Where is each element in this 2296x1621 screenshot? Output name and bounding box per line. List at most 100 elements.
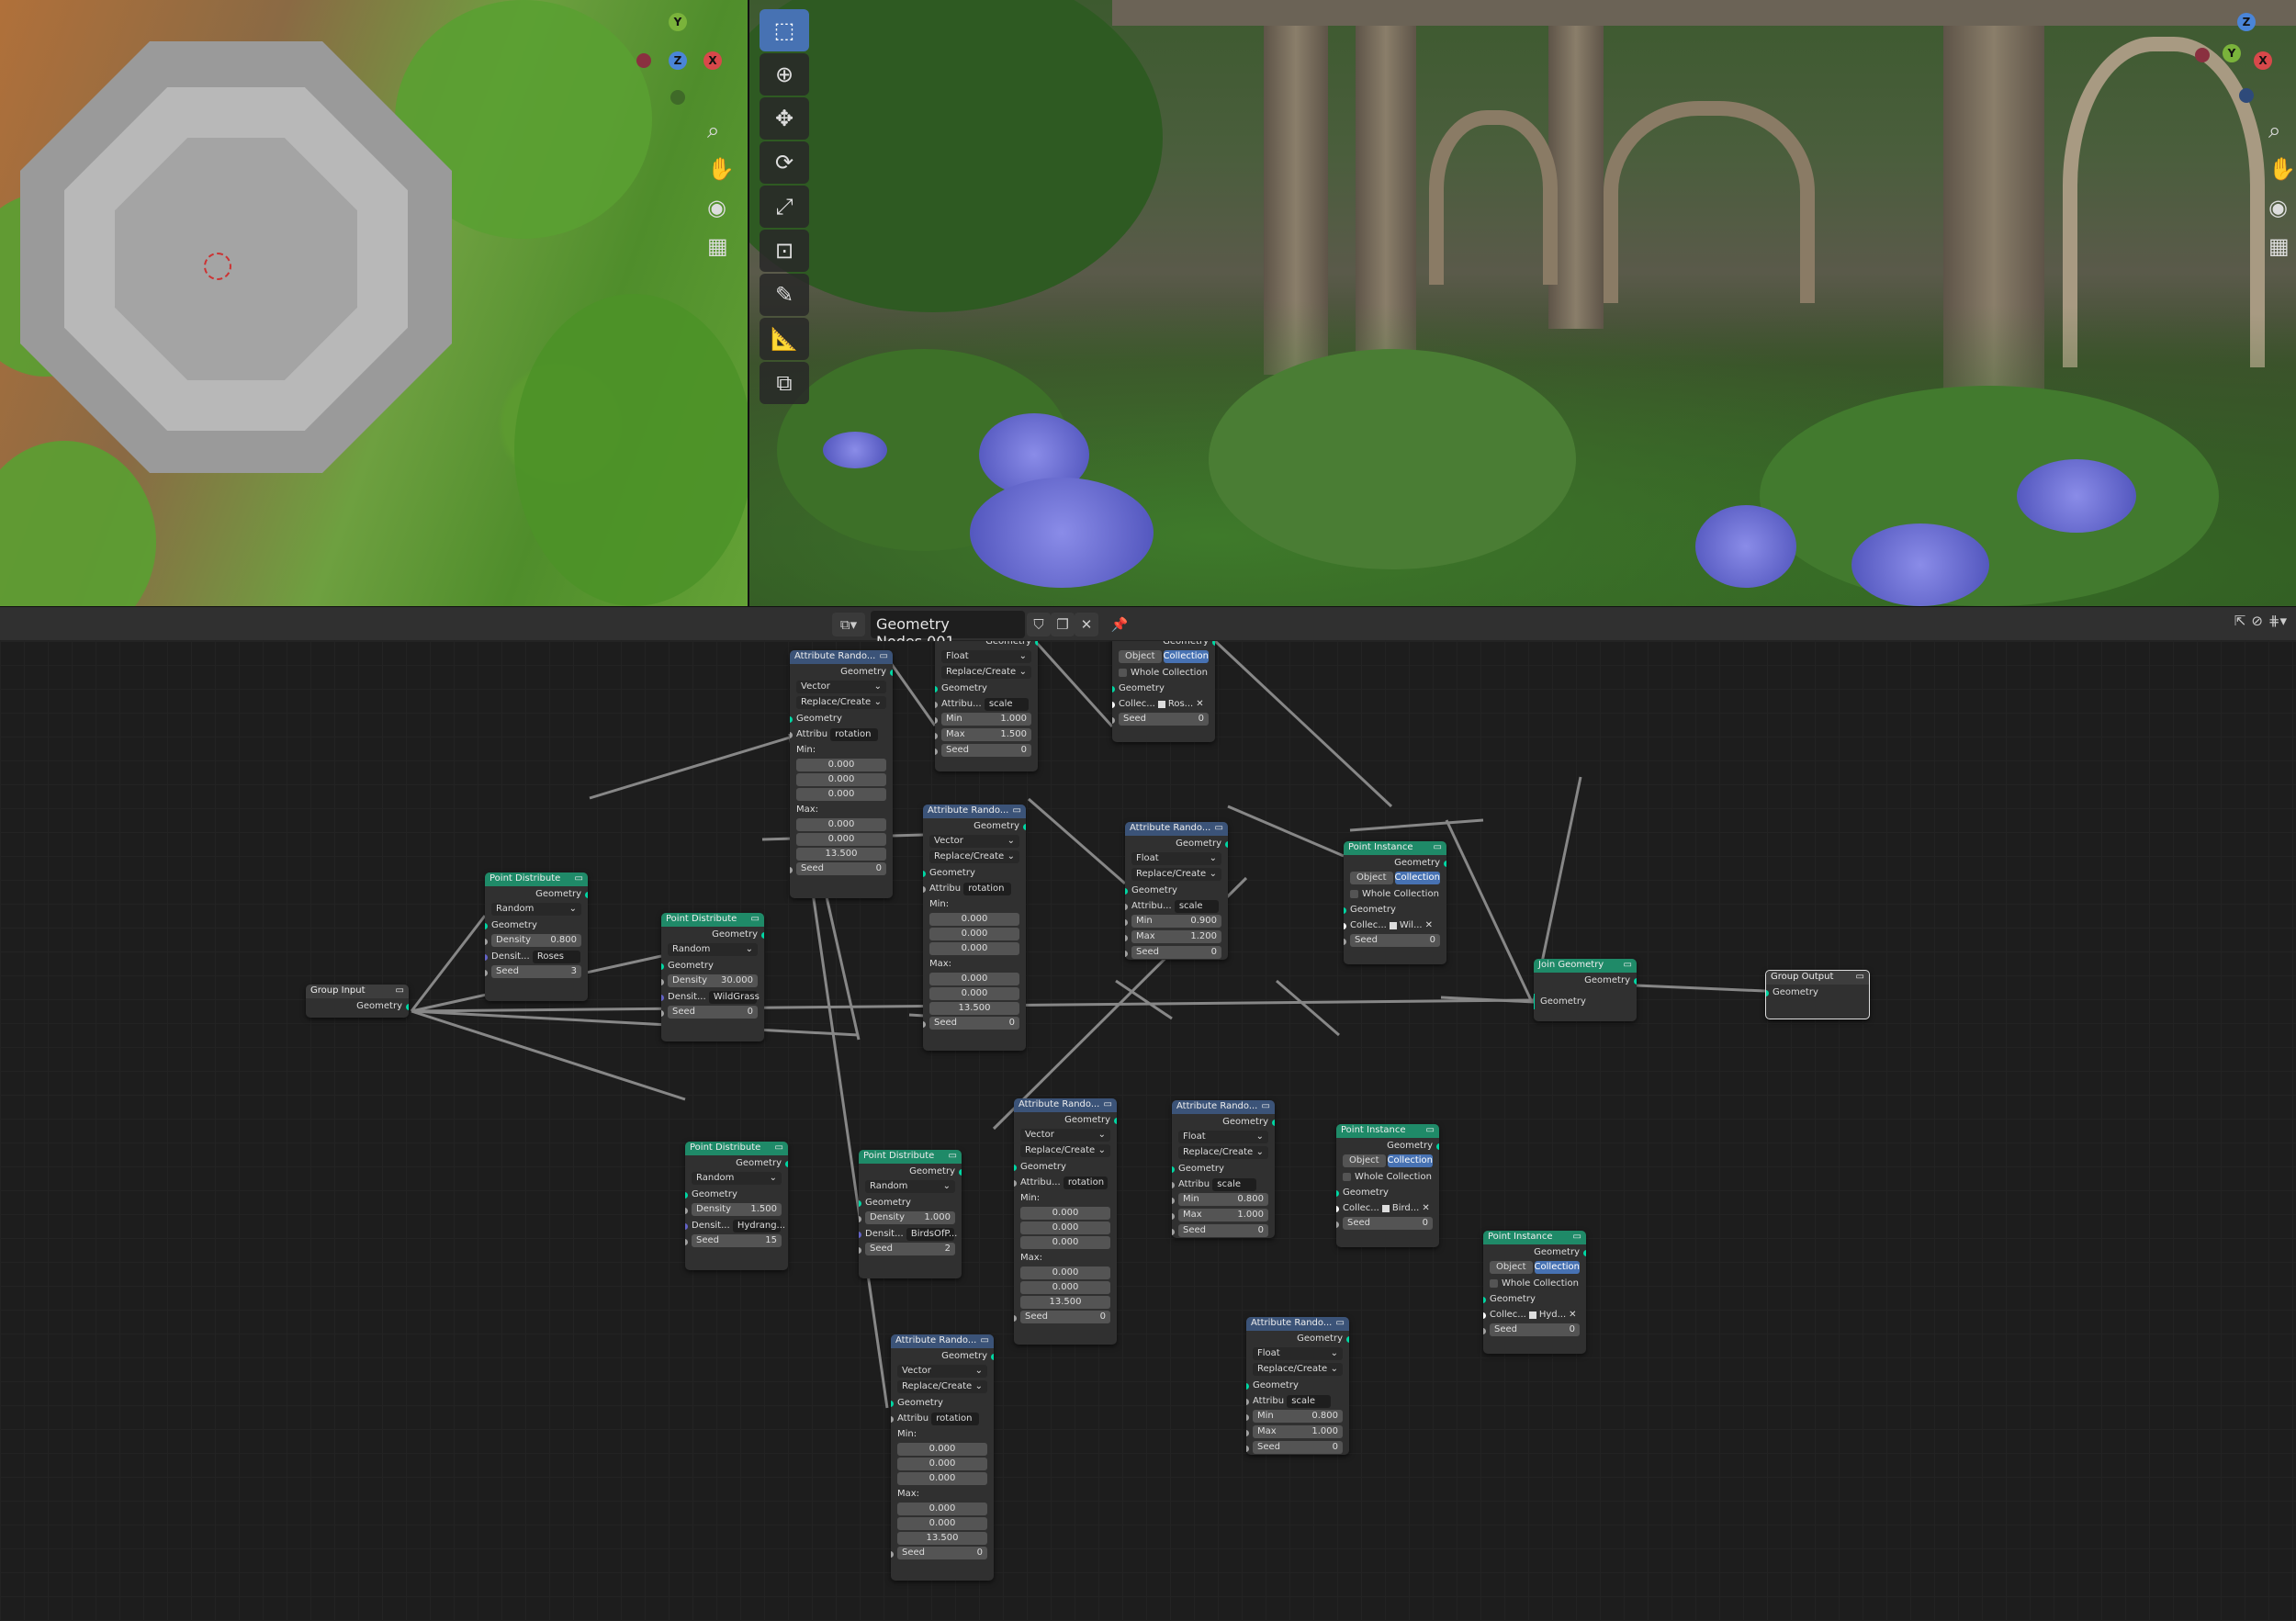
seed-field[interactable]: Seed 0 [796, 862, 886, 875]
grid-perspective-icon[interactable]: ▦ [707, 233, 735, 259]
attribute-name-field[interactable]: scale [1174, 900, 1219, 913]
object-toggle[interactable]: Object [1119, 650, 1162, 663]
add-cube-icon[interactable]: ⧉ [760, 362, 809, 404]
data-type-dropdown[interactable]: Vector ⌄ [897, 1365, 987, 1378]
gizmo-y-axis[interactable]: Y [2223, 44, 2241, 62]
socket[interactable] [1336, 1206, 1339, 1212]
camera-icon[interactable]: ◉ [707, 195, 735, 220]
node-header[interactable]: Group Output ▭ [1766, 971, 1869, 985]
socket[interactable] [1172, 1198, 1175, 1204]
seed-field[interactable]: Seed 0 [1131, 946, 1221, 959]
rotate-icon[interactable]: ⟳ [760, 141, 809, 184]
node-attribute-randomize-rotation[interactable]: Attribute Rando... ▭ Geometry Vector ⌄ Rep… [891, 1334, 994, 1581]
distribute-mode-dropdown[interactable]: Random ⌄ [692, 1172, 782, 1185]
node-header[interactable]: Attribute Rando... ▭ [923, 805, 1026, 818]
socket[interactable] [935, 686, 938, 692]
node-header[interactable]: Group Input ▭ [306, 985, 409, 998]
socket[interactable] [685, 1192, 688, 1199]
socket[interactable] [1014, 1180, 1017, 1187]
node-attribute-randomize-rotation[interactable]: Attribute Rando... ▭ Geometry Vector ⌄ Rep… [790, 650, 893, 898]
socket[interactable] [1246, 1430, 1249, 1436]
seed-field[interactable]: Seed 0 [1343, 1217, 1433, 1230]
socket[interactable] [1336, 1221, 1339, 1228]
socket[interactable] [661, 963, 664, 970]
object-toggle[interactable]: Object [1350, 872, 1393, 884]
socket[interactable] [859, 1216, 861, 1222]
data-type-dropdown[interactable]: Vector ⌄ [1020, 1129, 1110, 1142]
seed-field[interactable]: Seed 3 [491, 965, 581, 978]
gizmo-x-axis[interactable]: X [2254, 51, 2272, 70]
seed-field[interactable]: Seed 0 [668, 1006, 758, 1019]
seed-field[interactable]: Seed 0 [1020, 1311, 1110, 1323]
operation-dropdown[interactable]: Replace/Create ⌄ [1020, 1144, 1110, 1157]
operation-dropdown[interactable]: Replace/Create ⌄ [941, 666, 1031, 679]
pan-hand-icon[interactable]: ✋ [707, 156, 735, 182]
density-field[interactable]: Density 30.000 [668, 974, 758, 987]
socket[interactable] [935, 733, 938, 739]
socket[interactable] [1483, 1312, 1486, 1319]
node-header[interactable]: Point Instance ▭ [1483, 1231, 1586, 1244]
socket[interactable] [485, 923, 488, 929]
socket[interactable] [991, 1354, 994, 1360]
density-attr-field[interactable]: BirdsOfP... [906, 1228, 957, 1241]
socket[interactable] [790, 732, 793, 738]
socket[interactable] [1125, 904, 1128, 910]
vector-field[interactable]: 0.000 [897, 1472, 987, 1485]
density-attr-field[interactable]: Roses [532, 951, 580, 963]
gizmo-z-axis[interactable]: Z [2237, 13, 2256, 31]
seed-field[interactable]: Seed 0 [929, 1017, 1019, 1030]
socket[interactable] [661, 1010, 664, 1017]
socket[interactable] [1246, 1414, 1249, 1421]
seed-field[interactable]: Seed 2 [865, 1243, 955, 1255]
vector-field[interactable]: 13.500 [1020, 1296, 1110, 1309]
socket[interactable] [1112, 717, 1115, 724]
annotate-icon[interactable]: ✎ [760, 274, 809, 316]
node-header[interactable]: Point Instance ▭ [1336, 1124, 1439, 1138]
collection-toggle[interactable]: Collection [1387, 1154, 1433, 1167]
collection-field[interactable]: Collec... Ros... ✕ [1119, 696, 1209, 712]
vector-field[interactable]: 0.000 [796, 773, 886, 786]
operation-dropdown[interactable]: Replace/Create ⌄ [1131, 868, 1221, 881]
vector-field[interactable]: 13.500 [929, 1002, 1019, 1015]
socket[interactable] [923, 886, 926, 893]
node-attribute-randomize-rotation[interactable]: Attribute Rando... ▭ Geometry Vector ⌄ Rep… [923, 805, 1026, 1051]
vector-field[interactable]: 13.500 [897, 1532, 987, 1545]
socket[interactable] [1125, 919, 1128, 926]
seed-field[interactable]: Seed 0 [941, 744, 1031, 757]
gizmo-z-axis[interactable]: Z [669, 51, 687, 70]
socket[interactable] [891, 1416, 894, 1423]
data-type-dropdown[interactable]: Vector ⌄ [929, 835, 1019, 848]
operation-dropdown[interactable]: Replace/Create ⌄ [929, 850, 1019, 863]
socket[interactable] [1346, 1336, 1349, 1343]
attribute-name-field[interactable]: scale [1212, 1178, 1257, 1191]
attribute-name-field[interactable]: rotation [931, 1413, 980, 1425]
vector-field[interactable]: 0.000 [897, 1458, 987, 1470]
socket[interactable] [585, 892, 588, 898]
viewport-render-view[interactable]: Z Y X ⌕ ✋ ◉ ▦ [749, 0, 2296, 606]
socket[interactable] [661, 995, 664, 1001]
socket[interactable] [1272, 1120, 1275, 1126]
socket[interactable] [1483, 1297, 1486, 1303]
vector-field[interactable]: 0.000 [929, 973, 1019, 985]
node-point-instance-hydrangea[interactable]: Point Instance ▭ Geometry Object Collectio… [1483, 1231, 1586, 1354]
vector-field[interactable]: 0.000 [929, 942, 1019, 955]
max-field[interactable]: Max 1.200 [1131, 930, 1221, 943]
grid-perspective-icon[interactable]: ▦ [2268, 233, 2296, 259]
socket[interactable] [761, 932, 764, 939]
whole-collection-checkbox[interactable] [1490, 1278, 1498, 1288]
socket[interactable] [1172, 1213, 1175, 1220]
socket[interactable] [1436, 1143, 1439, 1150]
socket[interactable] [790, 867, 793, 873]
socket[interactable] [790, 716, 793, 723]
socket[interactable] [935, 702, 938, 708]
vector-field[interactable]: 0.000 [796, 833, 886, 846]
object-toggle[interactable]: Object [1490, 1261, 1533, 1274]
socket[interactable] [1014, 1165, 1017, 1171]
socket[interactable] [1444, 861, 1446, 867]
socket[interactable] [935, 749, 938, 755]
node-group-input[interactable]: Group Input ▭ Geometry [306, 985, 409, 1018]
socket[interactable] [406, 1004, 409, 1010]
node-editor-canvas[interactable]: Group Input ▭ Geometry Point Distribute ▭ … [0, 641, 2296, 1621]
vector-field[interactable]: 0.000 [1020, 1266, 1110, 1279]
navigation-gizmo[interactable]: Y Z X [634, 11, 735, 105]
